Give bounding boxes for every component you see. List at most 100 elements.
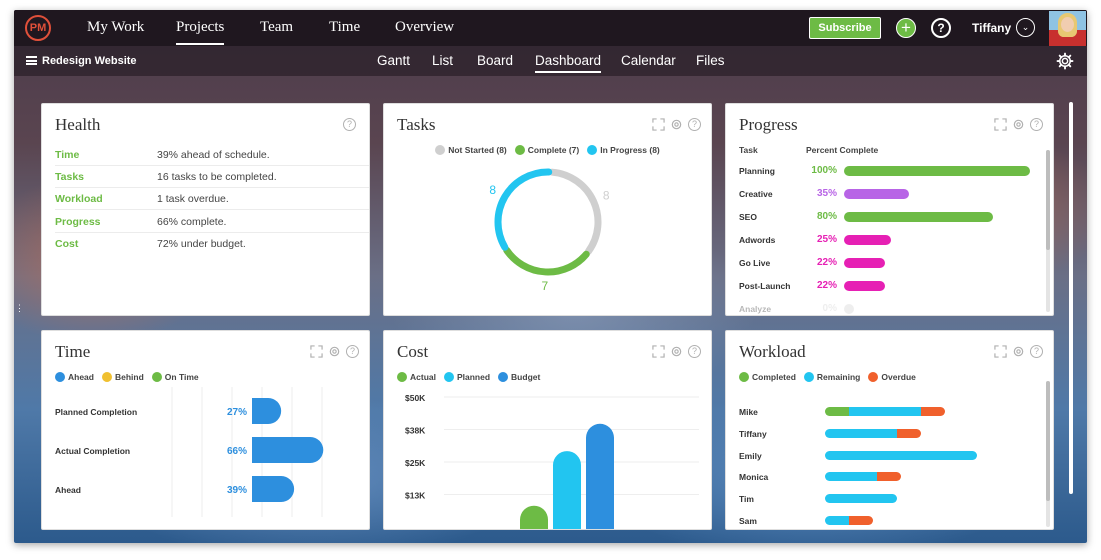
legend-swatch [151, 372, 162, 382]
nav-projects[interactable]: Projects [176, 19, 225, 45]
workload-segment-remaining [825, 450, 977, 460]
workload-bar[interactable] [825, 516, 873, 525]
project-name[interactable]: Redesign Website [42, 55, 137, 67]
workload-segment-overdue [877, 472, 901, 482]
project-sub-nav: Redesign Website Gantt List Board Dashbo… [14, 46, 1087, 76]
progress-row: SEO 80% [739, 210, 1039, 224]
gear-icon[interactable] [328, 345, 341, 358]
user-name[interactable]: Tiffany [972, 21, 1011, 35]
time-bar[interactable] [252, 437, 324, 463]
health-value: 72% under budget. [157, 238, 246, 250]
help-icon[interactable]: ? [688, 117, 701, 131]
nav-my-work[interactable]: My Work [87, 19, 144, 36]
workload-row: Emily [739, 450, 1039, 464]
gear-icon[interactable] [670, 118, 683, 131]
percent-label: 22% [816, 257, 837, 268]
time-row-label: Ahead [55, 485, 81, 495]
health-key: Progress [55, 216, 101, 228]
expand-icon[interactable] [652, 117, 665, 131]
donut-segment-in-progress[interactable] [494, 168, 553, 251]
expand-icon[interactable] [994, 117, 1007, 131]
tab-gantt[interactable]: Gantt [377, 53, 410, 68]
workload-bar[interactable] [825, 472, 901, 482]
percent-label: 22% [816, 280, 837, 291]
nav-time[interactable]: Time [329, 19, 360, 36]
help-icon[interactable]: ? [1030, 344, 1043, 358]
workload-segment-overdue [897, 428, 921, 438]
cost-bar-actual[interactable] [520, 505, 548, 530]
workload-bar[interactable] [825, 407, 945, 416]
health-key: Tasks [55, 171, 84, 183]
menu-icon[interactable] [26, 56, 37, 65]
help-icon[interactable]: ? [688, 344, 701, 358]
time-bar-chart: Planned Completion 27% Actual Completion 66… [55, 387, 324, 517]
percent-label: 25% [816, 234, 837, 245]
help-icon[interactable]: ? [343, 117, 356, 131]
nav-team[interactable]: Team [260, 19, 293, 36]
subscribe-button[interactable]: Subscribe [809, 17, 881, 39]
progress-bar [844, 212, 993, 222]
expand-icon[interactable] [994, 344, 1007, 358]
health-key: Workload [55, 193, 103, 205]
tab-files[interactable]: Files [696, 53, 725, 68]
add-icon[interactable]: + [896, 18, 916, 38]
health-value: 39% ahead of schedule. [157, 149, 270, 161]
donut-value-label: 8 [489, 183, 496, 197]
donut-segment-complete[interactable] [503, 246, 590, 276]
person-name: Sam [739, 516, 757, 526]
tab-dashboard[interactable]: Dashboard [535, 53, 602, 73]
workload-segment-remaining [825, 428, 897, 438]
expand-icon[interactable] [652, 344, 665, 358]
legend-label: Ahead [68, 372, 94, 382]
gear-icon[interactable] [1012, 345, 1025, 358]
workload-bar[interactable] [825, 494, 897, 504]
expand-icon[interactable] [310, 344, 323, 358]
cost-bar-planned[interactable] [553, 451, 581, 530]
workload-segment-remaining [825, 516, 849, 525]
gear-icon[interactable] [670, 345, 683, 358]
help-icon[interactable]: ? [346, 344, 359, 358]
task-name: Creative [739, 189, 773, 199]
time-row-label: Actual Completion [55, 446, 130, 456]
time-value-label: 39% [227, 485, 247, 496]
task-name: Post-Launch [739, 281, 791, 291]
workload-bar[interactable] [825, 428, 921, 438]
workload-segment-remaining [825, 472, 877, 482]
health-value: 66% complete. [157, 216, 227, 228]
logo[interactable]: PM [25, 15, 51, 41]
workload-row: Tim [739, 493, 1039, 507]
avatar[interactable] [1049, 11, 1086, 46]
health-value: 1 task overdue. [157, 193, 229, 205]
drag-handle-icon[interactable]: ⋮ [15, 304, 24, 318]
time-bar[interactable] [252, 476, 295, 502]
tasks-donut-chart: 8 7 8 [489, 168, 610, 293]
panel-title: Workload [739, 342, 806, 361]
column-header-percent: Percent Complete [806, 145, 879, 155]
legend-label: Complete (7) [527, 145, 580, 155]
donut-segment-not-started[interactable] [548, 168, 602, 255]
percent-label: 80% [816, 211, 837, 222]
time-bar[interactable] [252, 398, 282, 424]
workload-row: Monica [739, 471, 1039, 485]
cost-bar-budget[interactable] [586, 423, 614, 530]
progress-panel: Progress ? Task Percent Complete Plannin… [725, 103, 1054, 316]
cost-bar-chart: $50K $38K $25K $13K [405, 393, 699, 530]
health-key: Cost [55, 238, 79, 250]
panel-title: Tasks [397, 115, 436, 134]
help-icon[interactable]: ? [1030, 117, 1043, 131]
help-icon[interactable]: ? [931, 18, 951, 38]
panel-scrollbar[interactable] [1046, 381, 1050, 527]
chevron-down-icon[interactable]: ⌄ [1016, 18, 1035, 37]
health-key: Time [55, 149, 80, 161]
tab-list[interactable]: List [432, 53, 453, 68]
cost-tick-label: $25K [405, 458, 426, 468]
gear-icon[interactable] [1012, 118, 1025, 131]
workload-bar[interactable] [825, 450, 977, 460]
page-scrollbar[interactable] [1069, 102, 1073, 494]
tab-board[interactable]: Board [477, 53, 513, 68]
tab-calendar[interactable]: Calendar [621, 53, 676, 68]
nav-overview[interactable]: Overview [395, 19, 454, 36]
percent-label: 100% [811, 165, 837, 176]
panel-scrollbar[interactable] [1046, 150, 1050, 312]
gear-icon[interactable] [1056, 52, 1074, 70]
